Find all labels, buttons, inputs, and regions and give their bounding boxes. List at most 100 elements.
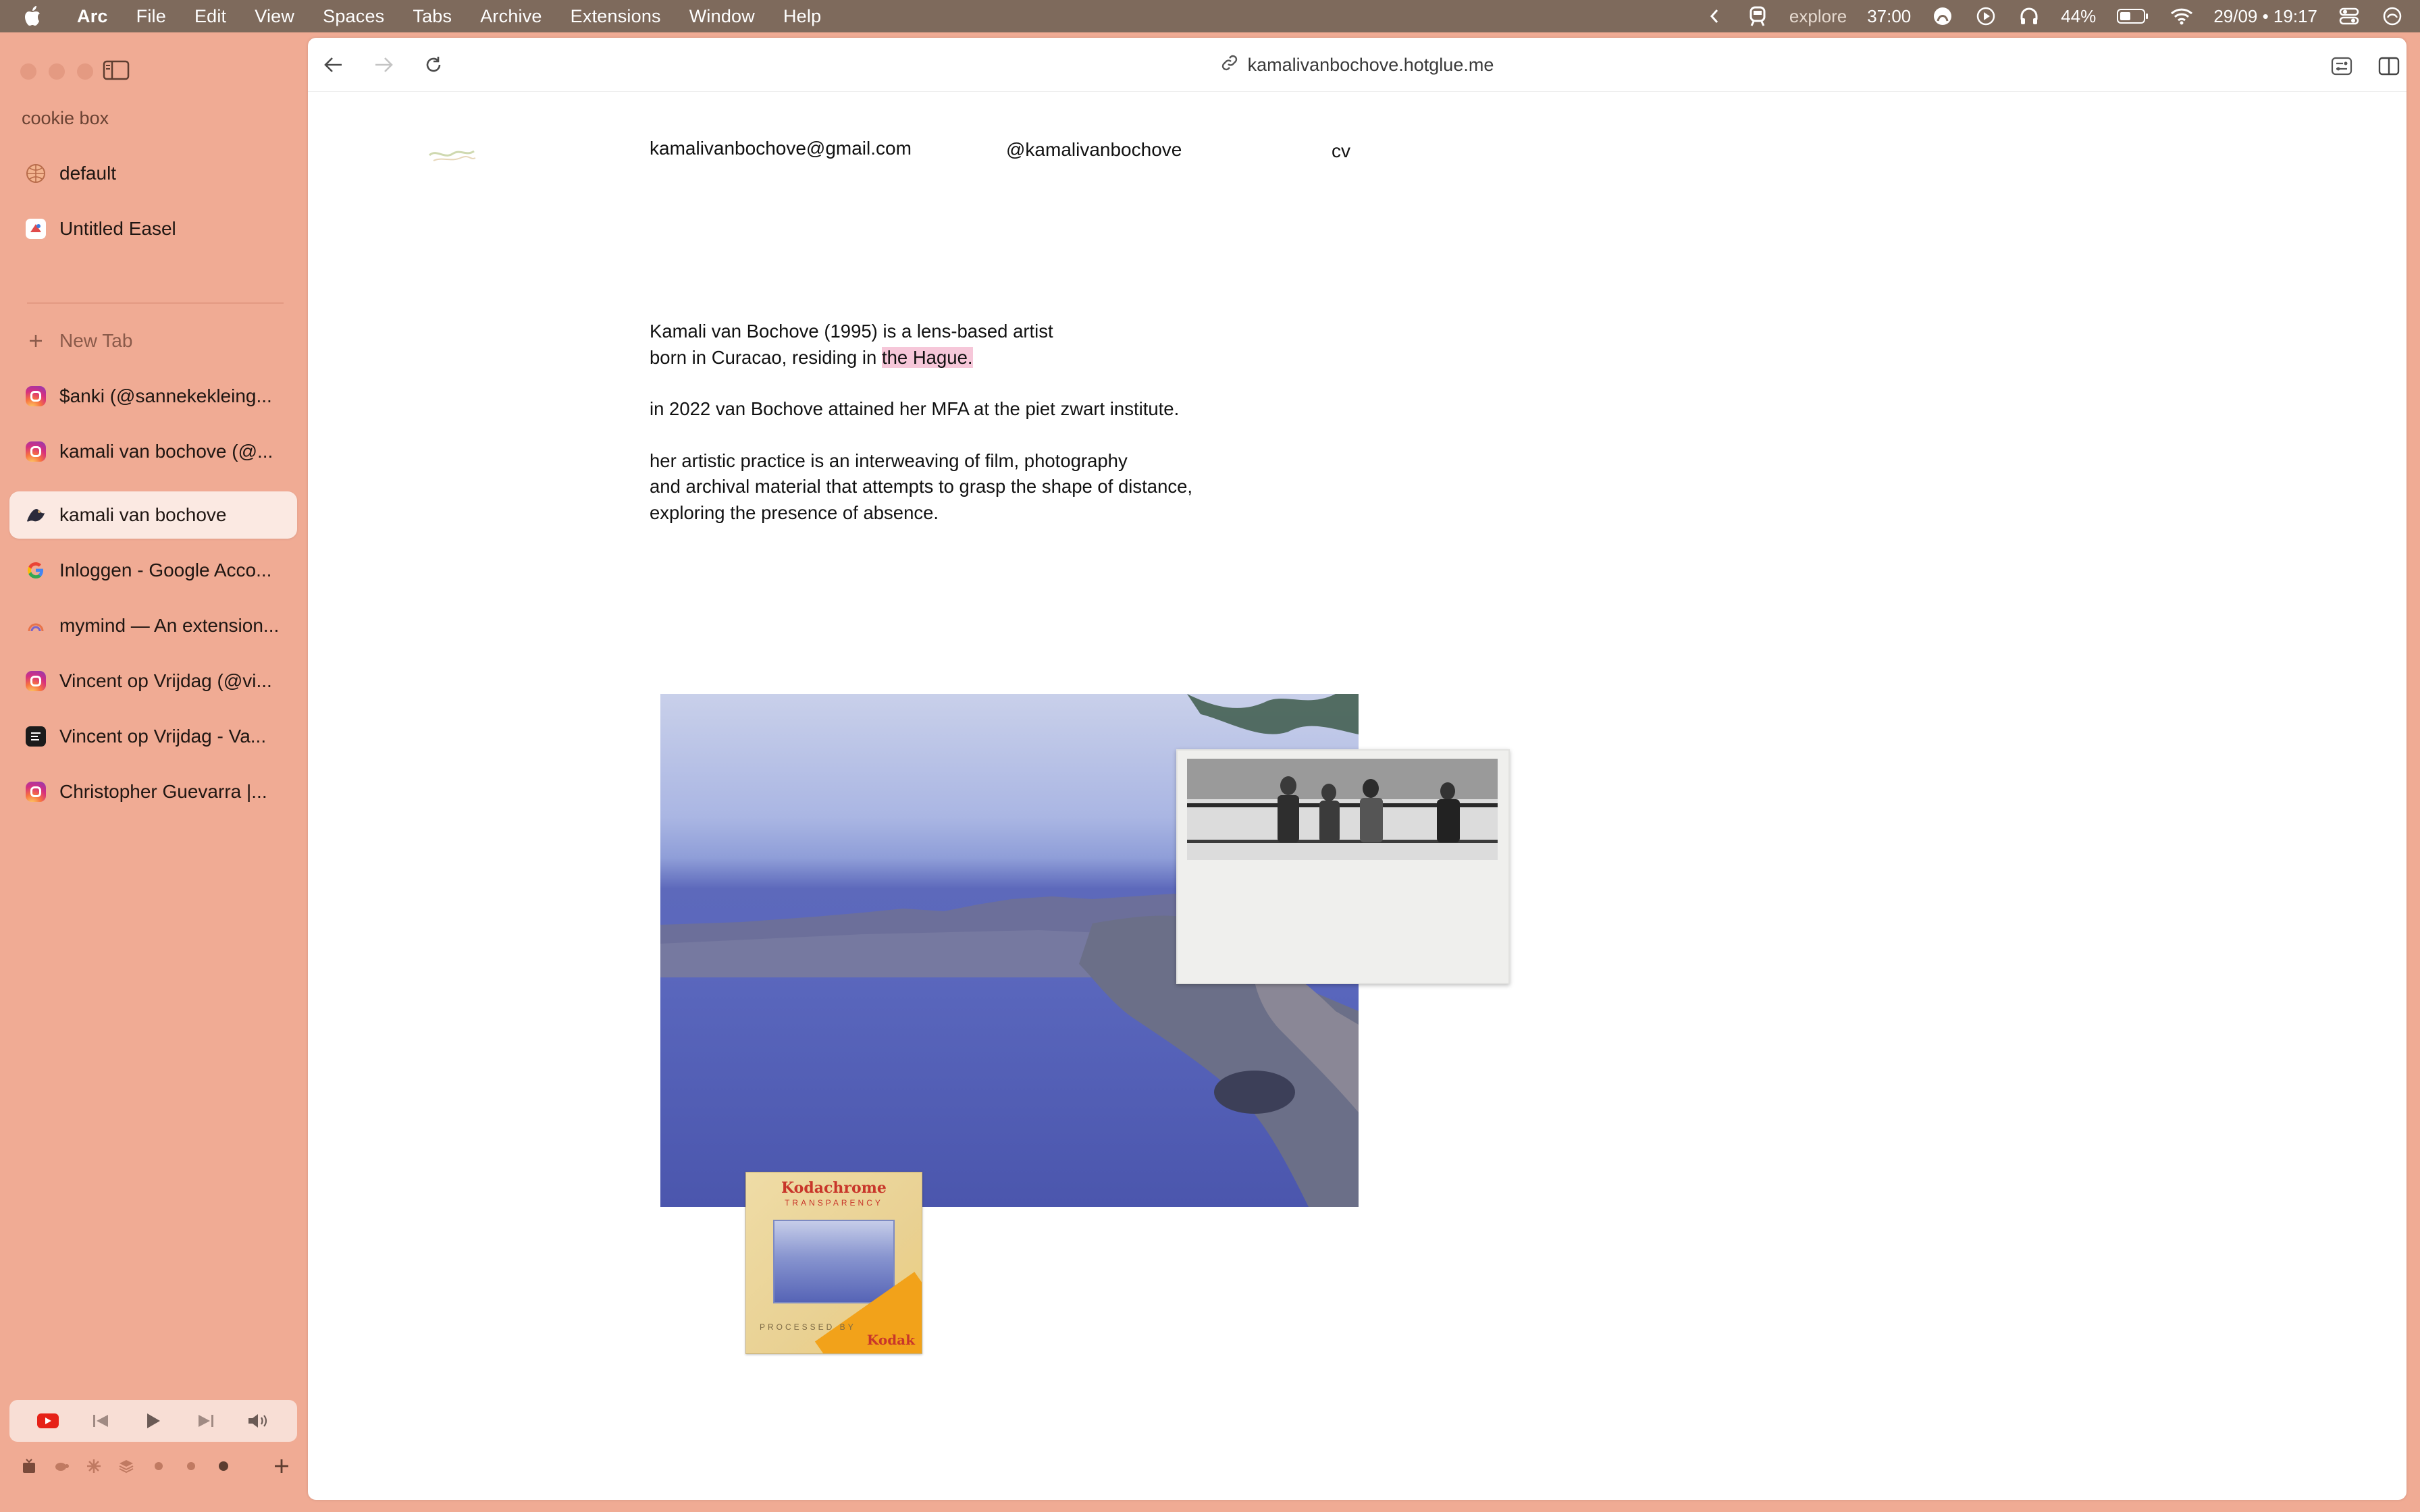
tab-vincent-instagram[interactable]: Vincent op Vrijdag (@vi...: [9, 657, 297, 705]
focus-label[interactable]: explore: [1789, 6, 1847, 27]
minimize-window-button[interactable]: [49, 63, 65, 80]
kodak-sub-text: TRANSPARENCY: [785, 1198, 883, 1208]
volume-icon[interactable]: [247, 1409, 270, 1432]
menu-tabs[interactable]: Tabs: [413, 6, 452, 27]
split-view-icon[interactable]: [2377, 54, 2401, 78]
space-dot-icon[interactable]: [150, 1457, 167, 1475]
clock[interactable]: 29/09 • 19:17: [2213, 6, 2317, 27]
battery-percent: 44%: [2061, 5, 2097, 26]
url-bar[interactable]: kamalivanbochove.hotglue.me: [308, 38, 2406, 92]
tab-google-login[interactable]: Inloggen - Google Acco...: [9, 547, 297, 594]
sidebar-divider: [27, 302, 284, 304]
layers-icon[interactable]: [117, 1457, 135, 1475]
site-controls-icon[interactable]: [2330, 54, 2354, 78]
kodak-brand-text: Kodachrome: [781, 1179, 887, 1197]
link-icon: [1221, 54, 1238, 76]
tab-label: Vincent op Vrijdag - Va...: [59, 726, 267, 747]
arc-icon[interactable]: [1931, 5, 1954, 28]
media-controls: [9, 1400, 297, 1442]
new-tab-button[interactable]: New Tab: [9, 317, 297, 364]
next-track-icon[interactable]: [194, 1409, 217, 1432]
menu-bar: Arc File Edit View Spaces Tabs Archive E…: [0, 0, 2420, 32]
space-dot-icon[interactable]: [182, 1457, 200, 1475]
tab-label: default: [59, 163, 117, 184]
tab-mymind[interactable]: mymind — An extension...: [9, 602, 297, 649]
close-window-button[interactable]: [20, 63, 36, 80]
current-space-dot-icon[interactable]: [215, 1457, 232, 1475]
play-icon[interactable]: [142, 1409, 165, 1432]
sidebar-bottom-bar: [20, 1453, 290, 1480]
slide-window: [773, 1220, 895, 1303]
menu-spaces[interactable]: Spaces: [323, 6, 384, 27]
menu-file[interactable]: File: [136, 6, 166, 27]
train-icon[interactable]: [1746, 5, 1769, 28]
kodak-logo-text: Kodak: [866, 1332, 915, 1348]
tab-label: kamali van bochove: [59, 504, 227, 525]
archive-icon[interactable]: [20, 1457, 38, 1475]
archival-bw-photo[interactable]: [1176, 749, 1510, 984]
kodachrome-slide[interactable]: Kodachrome TRANSPARENCY PROCESSED BY Kod…: [745, 1172, 922, 1354]
cv-link[interactable]: cv: [1332, 140, 1350, 162]
site-logo[interactable]: [427, 143, 481, 166]
tab-vincent-site[interactable]: Vincent op Vrijdag - Va...: [9, 713, 297, 760]
space-title[interactable]: cookie box: [22, 108, 109, 129]
plus-icon: [26, 331, 46, 351]
bio-text: Kamali van Bochove (1995) is a lens-base…: [650, 321, 1053, 368]
kodak-processed-text: PROCESSED BY: [760, 1322, 856, 1332]
bio-paragraph-1: Kamali van Bochove (1995) is a lens-base…: [650, 319, 1271, 371]
chevron-left-icon[interactable]: [1703, 5, 1726, 28]
apple-menu-icon[interactable]: [24, 5, 54, 27]
easel-icon: [26, 219, 46, 239]
menu-window[interactable]: Window: [689, 6, 755, 27]
headphones-icon[interactable]: [2018, 5, 2041, 28]
previous-track-icon[interactable]: [89, 1409, 112, 1432]
email-link[interactable]: kamalivanbochove@gmail.com: [650, 138, 912, 159]
browser-toolbar: kamalivanbochove.hotglue.me: [308, 38, 2406, 92]
menu-archive[interactable]: Archive: [480, 6, 542, 27]
instagram-icon: [26, 782, 46, 802]
instagram-handle-link[interactable]: @kamalivanbochove: [1006, 139, 1182, 161]
tab-anki[interactable]: $anki (@sannekekleing...: [9, 373, 297, 420]
battery-icon[interactable]: [2116, 5, 2150, 28]
tab-label: Vincent op Vrijdag (@vi...: [59, 670, 272, 691]
tab-label: $anki (@sannekekleing...: [59, 385, 272, 406]
tab-kamali-instagram[interactable]: kamali van bochove (@...: [9, 428, 297, 475]
star-icon[interactable]: [85, 1457, 103, 1475]
sidebar-toggle-icon[interactable]: [103, 59, 130, 81]
app-menu-arc[interactable]: Arc: [77, 6, 108, 27]
wifi-icon[interactable]: [2170, 5, 2193, 28]
pinned-tab-default[interactable]: default: [9, 150, 297, 197]
status-area: explore 37:00 44% 29/09 • 19:17: [1703, 0, 2404, 32]
site-icon: [26, 726, 46, 747]
mymind-icon: [26, 616, 46, 636]
add-space-icon[interactable]: [273, 1457, 290, 1475]
menu-extensions[interactable]: Extensions: [571, 6, 661, 27]
bio-paragraph-2: in 2022 van Bochove attained her MFA at …: [650, 398, 1180, 419]
control-center-icon[interactable]: [2338, 5, 2361, 28]
pinned-tab-untitled-easel[interactable]: Untitled Easel: [9, 205, 297, 252]
hotglue-icon: [26, 505, 46, 525]
google-icon: [26, 560, 46, 580]
turtle-icon[interactable]: [53, 1457, 70, 1475]
tab-label: Inloggen - Google Acco...: [59, 560, 272, 580]
tab-christopher-guevarra[interactable]: Christopher Guevarra |...: [9, 768, 297, 815]
menu-edit[interactable]: Edit: [194, 6, 226, 27]
new-tab-label: New Tab: [59, 330, 133, 351]
menu-view[interactable]: View: [255, 6, 294, 27]
instagram-icon: [26, 441, 46, 462]
siri-icon[interactable]: [2381, 5, 2404, 28]
youtube-icon[interactable]: [36, 1409, 59, 1432]
menu-help[interactable]: Help: [783, 6, 821, 27]
browser-window: kamalivanbochove.hotglue.me kamalivanboc…: [308, 38, 2406, 1500]
tab-kamali-van-bochove[interactable]: kamali van bochove: [9, 491, 297, 539]
zoom-window-button[interactable]: [77, 63, 93, 80]
tab-label: mymind — An extension...: [59, 615, 280, 636]
instagram-icon: [26, 671, 46, 691]
timer-readout[interactable]: 37:00: [1867, 6, 1911, 27]
play-circle-icon[interactable]: [1974, 5, 1997, 28]
bio-paragraph-3: her artistic practice is an interweaving…: [650, 450, 1193, 523]
highlighted-text: the Hague.: [881, 346, 973, 368]
artist-bio: Kamali van Bochove (1995) is a lens-base…: [650, 319, 1271, 551]
instagram-icon: [26, 386, 46, 406]
url-text: kamalivanbochove.hotglue.me: [1247, 54, 1494, 75]
